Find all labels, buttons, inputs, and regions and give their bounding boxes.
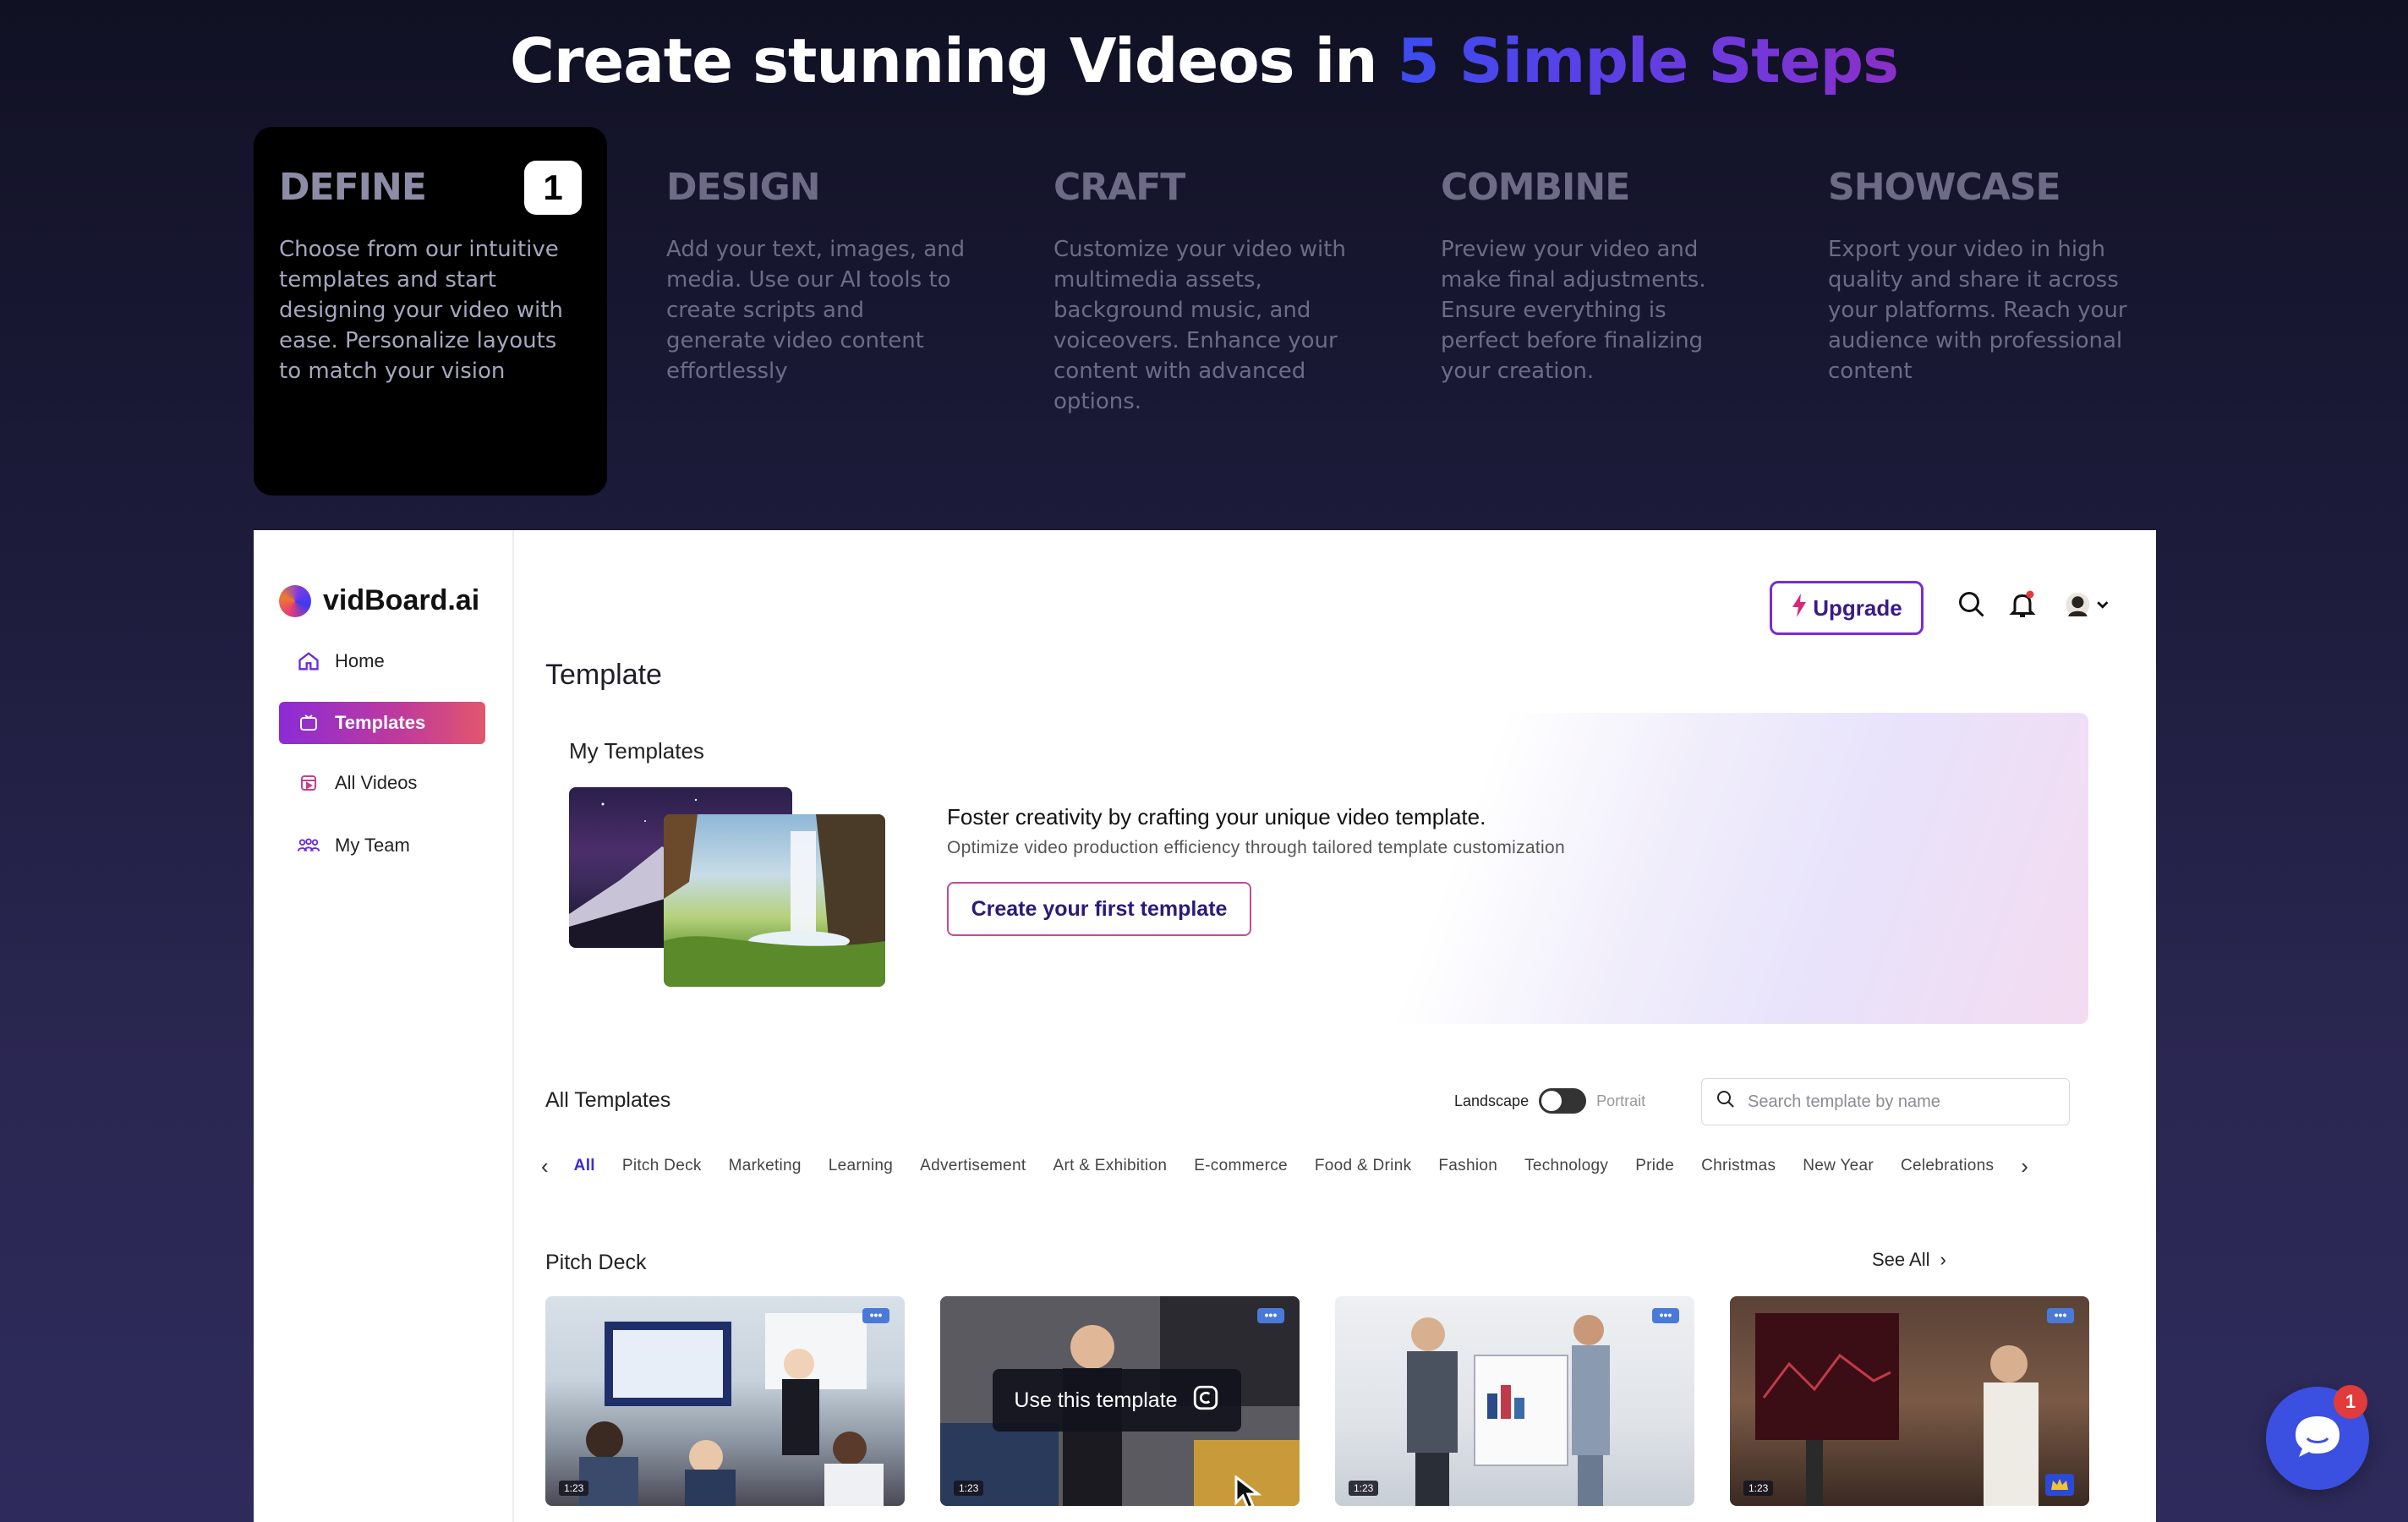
tab-celebrations[interactable]: Celebrations [1901,1157,1994,1175]
toggle-label-portrait: Portrait [1596,1092,1646,1109]
step-design[interactable]: DESIGN Add your text, images, and media.… [641,127,994,495]
orientation-toggle: Landscape Portrait [1454,1088,1645,1114]
sidebar-item-label: Home [335,650,385,671]
sidebar-item-templates[interactable]: Templates [279,702,485,744]
team-icon [296,833,321,858]
card-menu-badge[interactable]: ••• [1652,1308,1679,1323]
tab-pitch-deck[interactable]: Pitch Deck [622,1157,702,1175]
template-card[interactable]: ••• 1:23 [1730,1296,2089,1506]
use-template-label: Use this template [1014,1388,1178,1412]
toggle-label-landscape: Landscape [1454,1092,1530,1109]
steps-row: DEFINE 1 Choose from our intuitive templ… [254,127,2156,495]
step-description: Choose from our intuitive templates and … [279,237,563,384]
my-templates-banner: My Templates Foster creativity by crafti… [545,713,2088,1024]
pitch-deck-title: Pitch Deck [545,1251,647,1274]
banner-subline: Optimize video production efficiency thr… [947,838,1565,857]
template-card[interactable]: ••• 1:23 [545,1296,905,1506]
search-placeholder: Search template by name [1748,1092,1940,1111]
cursor-icon [1234,1474,1265,1506]
use-template-button[interactable]: Use this template [993,1369,1241,1432]
template-preview-image [664,814,885,987]
step-combine[interactable]: COMBINE Preview your video and make fina… [1415,127,1769,495]
step-description: Customize your video with multimedia ass… [1054,237,1346,414]
card-duration: 1:23 [954,1481,984,1496]
step-title: SHOWCASE [1828,166,2061,209]
template-card[interactable]: ••• 1:23 [1335,1296,1694,1506]
chat-bubble-icon [2292,1413,2343,1465]
all-templates-title: All Templates [545,1088,671,1112]
home-icon [296,649,321,674]
toggle-knob [1541,1091,1562,1111]
lightning-icon [1791,593,1808,623]
app-window: vidBoard.ai Home Templates All Videos My… [254,530,2156,1522]
videos-icon [296,770,321,796]
sidebar: vidBoard.ai Home Templates All Videos My… [254,530,514,1522]
hero-title-prefix: Create stunning Videos in [510,25,1398,96]
sidebar-item-label: My Team [335,835,410,856]
chevron-right-icon: › [1940,1249,1946,1270]
banner-label: My Templates [569,738,704,764]
chevron-right-icon[interactable]: › [2021,1153,2028,1180]
step-define[interactable]: DEFINE 1 Choose from our intuitive templ… [254,127,607,495]
sidebar-item-label: All Videos [335,772,418,793]
see-all-link[interactable]: See All › [1872,1249,1946,1271]
hero-title-accent: 5 Simple Steps [1397,25,1899,96]
tab-food-drink[interactable]: Food & Drink [1315,1157,1411,1175]
brand[interactable]: vidBoard.ai [279,584,479,617]
create-first-template-button[interactable]: Create your first template [947,882,1251,936]
sidebar-item-home[interactable]: Home [279,640,485,682]
tab-ecommerce[interactable]: E-commerce [1194,1157,1288,1175]
use-template-icon [1191,1383,1220,1418]
step-showcase[interactable]: SHOWCASE Export your video in high quali… [1803,127,2156,495]
tab-learning[interactable]: Learning [829,1157,893,1175]
tab-marketing[interactable]: Marketing [729,1157,802,1175]
card-menu-badge[interactable]: ••• [862,1308,889,1323]
tab-advertisement[interactable]: Advertisement [920,1157,1026,1175]
sidebar-item-label: Templates [335,712,426,733]
category-tabs: ‹ All Pitch Deck Marketing Learning Adve… [541,1145,2088,1187]
tab-christmas[interactable]: Christmas [1701,1157,1776,1175]
sidebar-item-all-videos[interactable]: All Videos [279,762,485,804]
upgrade-label: Upgrade [1813,594,1902,621]
tab-art-exhibition[interactable]: Art & Exhibition [1054,1157,1168,1175]
step-description: Add your text, images, and media. Use ou… [666,237,966,384]
step-description: Export your video in high quality and sh… [1828,237,2127,384]
avatar-menu[interactable] [2063,586,2114,623]
tab-new-year[interactable]: New Year [1803,1157,1874,1175]
tab-technology[interactable]: Technology [1524,1157,1608,1175]
sidebar-item-my-team[interactable]: My Team [279,824,485,867]
search-icon [1716,1089,1736,1114]
tab-pride[interactable]: Pride [1635,1157,1674,1175]
step-title: DESIGN [666,166,821,209]
hero-title: Create stunning Videos in 5 Simple Steps [0,25,2408,96]
notification-bell-icon[interactable] [2004,586,2041,623]
upgrade-button[interactable]: Upgrade [1770,581,1924,635]
step-title: COMBINE [1441,166,1630,209]
step-number-badge: 1 [524,161,582,215]
chevron-left-icon[interactable]: ‹ [541,1153,549,1180]
templates-icon [296,710,321,736]
card-duration: 1:23 [1743,1481,1774,1496]
template-card[interactable]: ••• Use this template 1:23 [940,1296,1300,1506]
card-duration: 1:23 [1349,1481,1379,1496]
brand-name: vidBoard.ai [323,584,480,616]
step-craft[interactable]: CRAFT Customize your video with multimed… [1028,127,1382,495]
step-title: CRAFT [1054,166,1185,209]
step-description: Preview your video and make final adjust… [1441,237,1706,384]
orientation-switch[interactable] [1539,1088,1587,1114]
tab-all[interactable]: All [574,1157,595,1175]
search-icon[interactable] [1953,586,1990,623]
brand-logo-icon [279,584,311,617]
tab-fashion[interactable]: Fashion [1438,1157,1497,1175]
premium-crown-icon [2045,1474,2074,1496]
see-all-label: See All [1872,1249,1930,1270]
card-menu-badge[interactable]: ••• [2047,1308,2074,1323]
chat-unread-badge: 1 [2334,1385,2367,1419]
banner-headline: Foster creativity by crafting your uniqu… [947,804,1486,829]
card-menu-badge[interactable]: ••• [1257,1308,1284,1323]
template-search-input[interactable]: Search template by name [1701,1078,2070,1125]
page-title: Template [545,659,662,691]
card-duration: 1:23 [559,1481,589,1496]
